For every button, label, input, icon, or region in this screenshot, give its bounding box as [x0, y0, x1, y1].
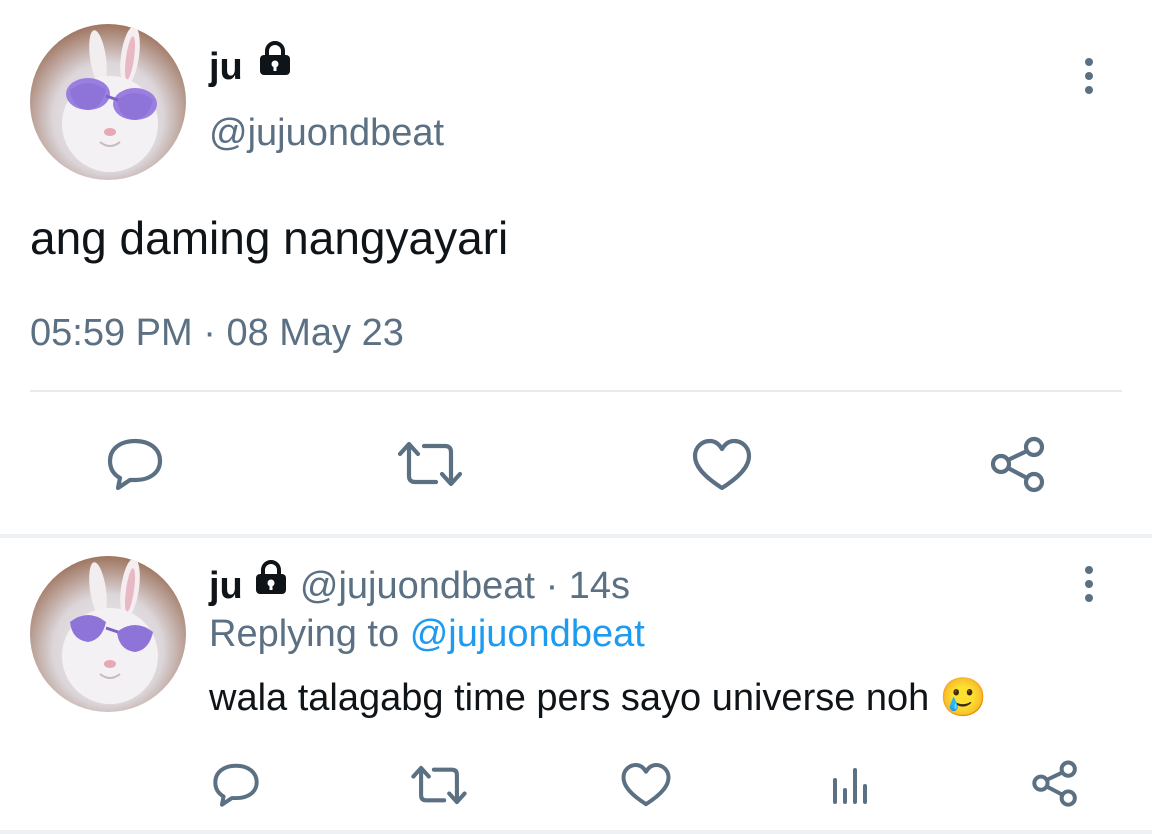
tweet-date: 08 May 23: [226, 312, 404, 354]
replying-to-link[interactable]: @jujuondbeat: [410, 613, 645, 655]
lock-icon: [253, 559, 289, 608]
separator-dot: ·: [545, 565, 559, 607]
more-options-icon[interactable]: [1079, 58, 1099, 94]
timestamp: 05:59 PM · 08 May 23: [30, 310, 404, 356]
tweet-text: wala talagabg time pers sayo universe no…: [209, 675, 987, 721]
divider: [30, 390, 1122, 392]
bunny-sunglasses-avatar-image: [62, 26, 158, 172]
share-icon[interactable]: [988, 436, 1048, 494]
bottom-divider: [0, 830, 1152, 834]
analytics-icon[interactable]: [830, 766, 870, 806]
share-icon[interactable]: [1030, 760, 1080, 808]
reply-icon[interactable]: [106, 434, 164, 492]
retweet-icon[interactable]: [410, 764, 468, 806]
replying-to: Replying to @jujuondbeat: [209, 611, 645, 657]
display-name-text[interactable]: ju: [209, 46, 243, 88]
emoji: 🥲: [939, 677, 988, 719]
avatar[interactable]: [30, 24, 186, 180]
handle[interactable]: @jujuondbeat: [209, 110, 444, 156]
separator-dot: ·: [203, 312, 216, 354]
tweet-time: 05:59 PM: [30, 312, 193, 354]
like-icon[interactable]: [621, 762, 671, 808]
tweet-age: 14s: [568, 565, 631, 607]
like-icon[interactable]: [692, 438, 752, 492]
lock-icon: [257, 40, 293, 89]
replying-prefix: Replying to: [209, 613, 400, 655]
more-options-icon[interactable]: [1079, 566, 1099, 602]
retweet-icon[interactable]: [396, 440, 464, 488]
reply-text: wala talagabg time pers sayo universe no…: [209, 677, 930, 719]
display-name-text[interactable]: ju: [209, 565, 243, 607]
avatar[interactable]: [30, 556, 186, 712]
reply-icon[interactable]: [212, 760, 260, 808]
display-name[interactable]: ju: [209, 41, 293, 90]
tweet-text: ang daming nangyayari: [30, 212, 509, 264]
section-divider: [0, 534, 1152, 538]
handle[interactable]: @jujuondbeat: [300, 565, 535, 607]
reply-header: ju @jujuondbeat · 14s: [209, 560, 631, 609]
bunny-sunglasses-avatar-image: [62, 558, 158, 704]
